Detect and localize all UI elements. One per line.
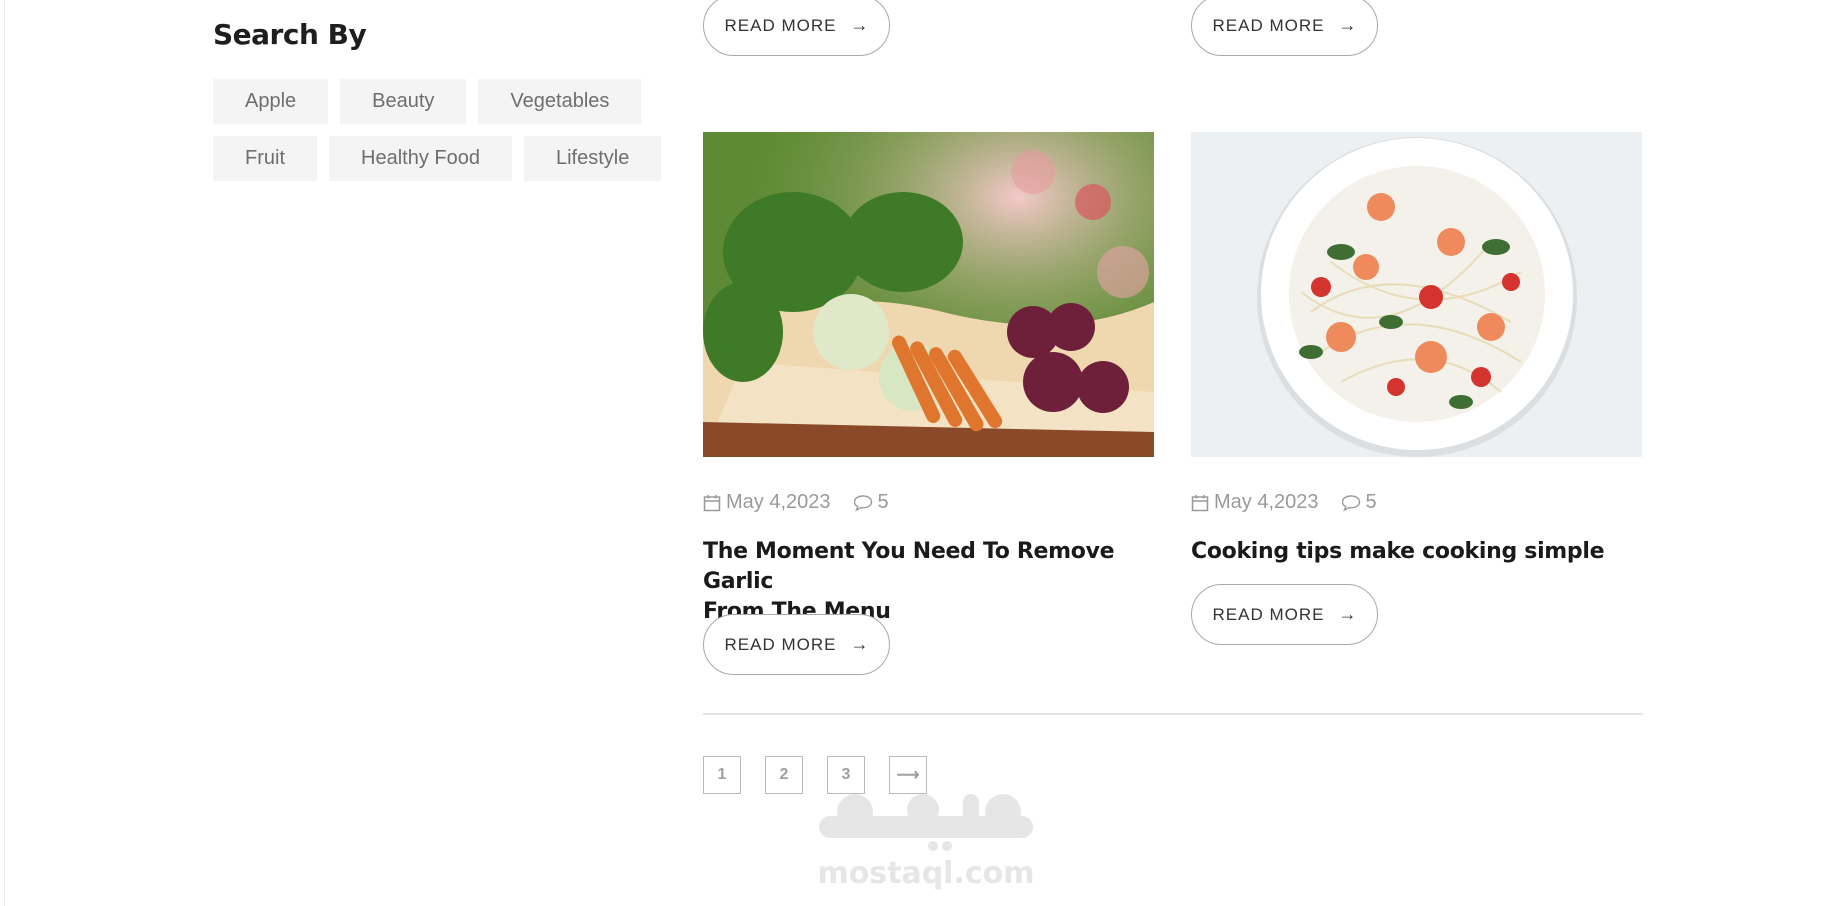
comment-count: 5 xyxy=(1365,491,1377,513)
calendar-icon xyxy=(703,494,721,512)
pagination-divider xyxy=(703,713,1643,715)
read-more-label: READ MORE xyxy=(1212,15,1325,35)
vegetables-basket-image[interactable] xyxy=(703,132,1154,457)
comment-icon xyxy=(1341,494,1361,512)
watermark: mostaql.com xyxy=(813,790,1039,891)
read-more-label: READ MORE xyxy=(1212,604,1325,624)
arrow-right-icon: → xyxy=(850,634,869,654)
mostaql-logo xyxy=(819,794,1033,851)
tag-healthy-food[interactable]: Healthy Food xyxy=(329,136,512,181)
read-more-button[interactable]: READ MORE → xyxy=(703,614,890,675)
pagination: 1 2 3 ⟶ xyxy=(703,756,927,794)
tag-apple[interactable]: Apple xyxy=(213,79,329,124)
tag-beauty[interactable]: Beauty xyxy=(340,79,467,124)
shrimp-pasta-image[interactable] xyxy=(1191,132,1642,457)
sidebar-title: Search By xyxy=(213,18,367,51)
post-date: May 4,2023 xyxy=(1214,491,1319,513)
tag-fruit[interactable]: Fruit xyxy=(213,136,317,181)
arrow-right-icon: → xyxy=(1338,15,1357,35)
next-page-arrow-icon[interactable]: ⟶ xyxy=(889,756,927,794)
post-meta: May 4,2023 5 xyxy=(703,491,889,514)
page-3-button[interactable]: 3 xyxy=(827,756,865,794)
post-title[interactable]: Cooking tips make cooking simple xyxy=(1191,537,1651,567)
vegetables-illustration xyxy=(703,132,1154,457)
post-title-line: Cooking tips make cooking simple xyxy=(1191,539,1605,564)
read-more-label: READ MORE xyxy=(724,15,837,35)
pasta-illustration xyxy=(1191,132,1642,457)
read-more-button[interactable]: READ MORE → xyxy=(1191,584,1378,645)
tag-vegetables[interactable]: Vegetables xyxy=(478,79,642,124)
comment-icon xyxy=(853,494,873,512)
post-meta: May 4,2023 5 xyxy=(1191,491,1377,514)
read-more-button[interactable]: READ MORE → xyxy=(703,0,890,56)
read-more-button[interactable]: READ MORE → xyxy=(1191,0,1378,56)
arrow-right-icon: → xyxy=(1338,604,1357,624)
post-title-line: The Moment You Need To Remove Garlic xyxy=(703,539,1115,594)
calendar-icon xyxy=(1191,494,1209,512)
read-more-label: READ MORE xyxy=(724,634,837,654)
comment-count: 5 xyxy=(877,491,889,513)
page-edge-divider xyxy=(4,0,5,906)
page-1-button[interactable]: 1 xyxy=(703,756,741,794)
arrow-right-icon: → xyxy=(850,15,869,35)
watermark-text: mostaql.com xyxy=(817,856,1035,891)
page-2-button[interactable]: 2 xyxy=(765,756,803,794)
tag-cloud: Apple Beauty Vegetables Fruit Healthy Fo… xyxy=(213,79,663,181)
post-date: May 4,2023 xyxy=(726,491,831,513)
sidebar: Search By Apple Beauty Vegetables Fruit … xyxy=(213,18,663,181)
tag-lifestyle[interactable]: Lifestyle xyxy=(523,136,662,181)
